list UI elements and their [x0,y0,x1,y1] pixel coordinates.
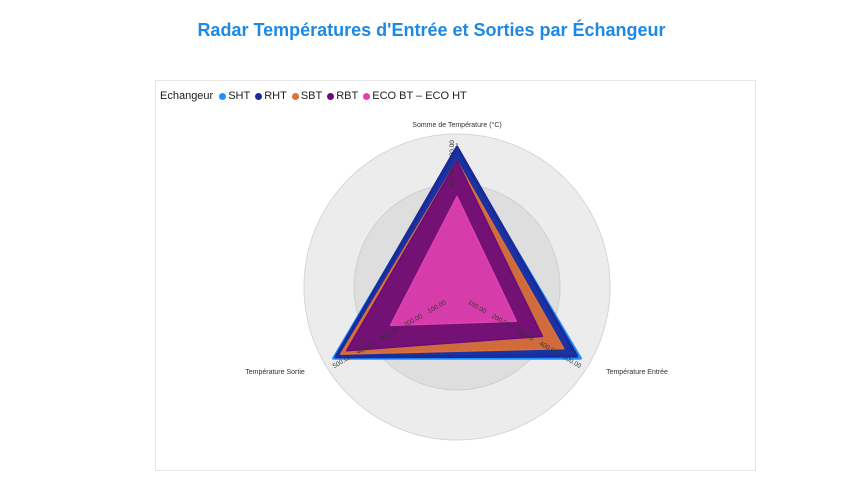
tick-label: 500.00 [449,140,456,160]
chart-card: 100.00 100.00 200.00 200.00 300.00 300.00 400.… [155,80,756,471]
legend-label: RHT [264,90,287,102]
legend-item-sht[interactable]: SHT [219,90,250,102]
legend-title: Echangeur [160,90,214,102]
legend-item-sbt[interactable]: SBT [291,90,323,102]
radar-chart: 100.00100.00200.00200.00300.00300.00400.… [245,121,668,441]
legend-item-rbt[interactable]: RBT [327,90,358,102]
legend: Echangeur SHT RHT SBT RBT ECO BT – ECO H… [160,90,472,102]
legend-dot [291,92,299,100]
legend-label: RBT [336,90,359,102]
legend-dot [327,92,335,100]
legend-item-rht[interactable]: RHT [255,90,287,102]
legend-dot [219,92,227,100]
legend-label: SBT [300,90,323,102]
axis-title: Température Entrée [606,369,668,376]
legend-dot [363,92,371,100]
tick-label: 400.00 [449,167,456,187]
legend-label: ECO BT – ECO HT [372,90,467,102]
page-title: Radar Températures d'Entrée et Sorties p… [197,20,666,40]
axis-title: Température Sortie [245,369,305,376]
legend-dot [255,92,263,100]
legend-label: SHT [228,90,251,102]
axis-title: Somme de Température (°C) [412,121,501,129]
legend-item-eco[interactable]: ECO BT – ECO HT [363,90,467,102]
